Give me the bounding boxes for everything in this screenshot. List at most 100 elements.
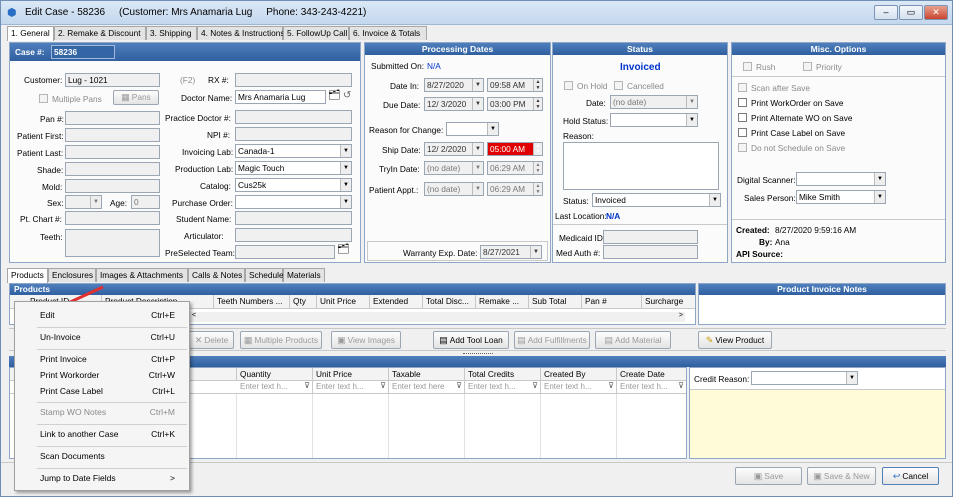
col-unit-price[interactable]: Unit Price <box>317 295 370 309</box>
med-auth-field[interactable] <box>603 245 698 259</box>
filter-unit-price[interactable]: Enter text h... ⊽ <box>313 381 389 394</box>
digital-scanner-select[interactable]: ▼ <box>796 172 886 186</box>
view-product-button[interactable]: ✎ View Product <box>698 331 772 349</box>
patient-appt-time[interactable]: 06:29 AM ▲ ▼ <box>487 182 543 196</box>
catalog-select[interactable]: Cus25k ▼ <box>235 178 352 192</box>
invoicing-lab-select[interactable]: Canada-1 ▼ <box>235 144 352 158</box>
tab-remake-discount[interactable]: 2. Remake & Discount <box>54 26 146 40</box>
add-fulfillments-button[interactable]: ▤ Add Fulfillments <box>514 331 590 349</box>
filter-total-credits[interactable]: Enter text h... ⊽ <box>465 381 541 394</box>
col-create-date[interactable]: Create Date <box>617 368 686 381</box>
due-date-field[interactable]: 12/ 3/2020 ▼ <box>424 97 484 111</box>
chevron-right-icon[interactable]: > <box>679 312 683 319</box>
date-in-field[interactable]: 8/27/2020 ▼ <box>424 78 484 92</box>
tryin-date-field[interactable]: (no date) ▼ <box>424 161 484 175</box>
save-new-button[interactable]: ▣ Save & New <box>807 467 876 485</box>
rx-field[interactable] <box>235 73 352 87</box>
title-bar[interactable]: ⬢ Edit Case - 58236 (Customer: Mrs Anama… <box>1 1 952 25</box>
on-hold-checkbox[interactable] <box>564 81 573 90</box>
delete-button[interactable]: ✕ Delete <box>189 331 234 349</box>
menu-item-stamp-wo-notes[interactable]: Stamp WO Notes Ctrl+M <box>15 403 189 421</box>
cancelled-checkbox[interactable] <box>614 81 623 90</box>
subtab-materials[interactable]: Materials <box>283 268 325 282</box>
due-time[interactable]: 03:00 PM ▲ ▼ <box>487 97 543 111</box>
shade-field[interactable] <box>65 162 160 176</box>
case-number-field[interactable]: 58236 <box>51 45 115 59</box>
tab-shipping[interactable]: 3. Shipping <box>146 26 197 40</box>
subtab-products[interactable]: Products <box>7 268 48 283</box>
filter-created-by[interactable]: Enter text h... ⊽ <box>541 381 617 394</box>
sales-person-select[interactable]: Mike Smith ▼ <box>796 190 886 204</box>
medicaid-field[interactable] <box>603 230 698 244</box>
col-sub-total[interactable]: Sub Total <box>529 295 582 309</box>
doctor-field[interactable]: Mrs Anamaria Lug <box>235 90 326 104</box>
warranty-field[interactable]: 8/27/2021 ▼ <box>480 245 542 259</box>
close-button[interactable]: ✕ <box>924 5 948 20</box>
chevron-left-icon[interactable]: < <box>192 312 196 319</box>
reason-textarea[interactable] <box>563 142 719 190</box>
preselected-team-field[interactable] <box>235 245 335 259</box>
filter-icon[interactable]: ⊽ <box>678 381 684 390</box>
teeth-field[interactable] <box>65 229 160 257</box>
col-quantity[interactable]: Quantity <box>237 368 313 381</box>
minimize-button[interactable]: – <box>874 5 898 20</box>
menu-item-scan-documents[interactable]: Scan Documents <box>15 447 189 465</box>
patient-first-field[interactable] <box>65 128 160 142</box>
cancel-button[interactable]: ↩ Cancel <box>882 467 939 485</box>
filter-icon[interactable]: ⊽ <box>380 381 386 390</box>
menu-item-un-invoice[interactable]: Un-Invoice Ctrl+U <box>15 328 189 346</box>
tab-general[interactable]: 1. General <box>7 26 54 41</box>
no-schedule-checkbox[interactable] <box>738 143 747 152</box>
subtab-schedule[interactable]: Schedule <box>245 268 284 282</box>
student-field[interactable] <box>235 211 352 225</box>
filter-icon[interactable]: ⊽ <box>304 381 310 390</box>
npi-field[interactable] <box>235 127 352 141</box>
print-alt-wo-checkbox[interactable] <box>738 113 747 122</box>
subtab-enclosures[interactable]: Enclosures <box>48 268 96 282</box>
col-credit-unit-price[interactable]: Unit Price <box>313 368 389 381</box>
pan-field[interactable] <box>65 111 160 125</box>
col-remake[interactable]: Remake ... <box>476 295 529 309</box>
credit-reason-select[interactable]: ▼ <box>751 371 858 385</box>
articulator-field[interactable] <box>235 228 352 242</box>
filter-quantity[interactable]: Enter text h... ⊽ <box>237 381 313 394</box>
print-case-label-checkbox[interactable] <box>738 128 747 137</box>
multiple-products-button[interactable]: ▦ Multiple Products <box>240 331 322 349</box>
pt-chart-field[interactable] <box>65 211 160 225</box>
hold-status-select[interactable]: ▼ <box>610 113 698 127</box>
filter-icon[interactable]: ⊽ <box>532 381 538 390</box>
print-wo-checkbox[interactable] <box>738 98 747 107</box>
age-field[interactable]: 0 <box>131 195 160 209</box>
subtab-images[interactable]: Images & Attachments <box>96 268 188 282</box>
rush-checkbox[interactable] <box>743 62 752 71</box>
menu-item-link-case[interactable]: Link to another Case Ctrl+K <box>15 425 189 443</box>
ship-time[interactable]: 05:00 AM ▲ ▼ <box>487 142 543 156</box>
team-lookup-icon[interactable]: 🗂 <box>337 244 350 255</box>
col-teeth-numbers[interactable]: Teeth Numbers ... <box>214 295 290 309</box>
menu-item-edit[interactable]: Edit Ctrl+E <box>15 306 189 324</box>
maximize-button[interactable]: ▭ <box>899 5 923 20</box>
col-surcharge[interactable]: Surcharge <box>642 295 695 309</box>
col-extended[interactable]: Extended <box>370 295 423 309</box>
tryin-time[interactable]: 06:29 AM ▲ ▼ <box>487 161 543 175</box>
col-pan[interactable]: Pan # <box>582 295 642 309</box>
filter-icon[interactable]: ⊽ <box>608 381 614 390</box>
reason-change-select[interactable]: ▼ <box>446 122 499 136</box>
menu-item-jump-date-fields[interactable]: Jump to Date Fields > <box>15 469 189 487</box>
ship-date-field[interactable]: 12/ 2/2020 ▼ <box>424 142 484 156</box>
practice-doctor-field[interactable] <box>235 110 352 124</box>
doctor-lookup-icon[interactable]: 🗂 <box>328 90 341 101</box>
production-lab-select[interactable]: Magic Touch ▼ <box>235 161 352 175</box>
filter-icon[interactable]: ⊽ <box>456 381 462 390</box>
col-taxable[interactable]: Taxable <box>389 368 465 381</box>
multiple-pans-checkbox[interactable] <box>39 94 48 103</box>
patient-appt-field[interactable]: (no date) ▼ <box>424 182 484 196</box>
priority-checkbox[interactable] <box>803 62 812 71</box>
sex-select[interactable]: ▼ <box>65 195 102 209</box>
customer-field[interactable]: Lug - 1021 <box>65 73 160 87</box>
refresh-icon[interactable]: ↺ <box>343 90 351 101</box>
status-date-field[interactable]: (no date) ▼ <box>610 95 698 109</box>
tab-followup-call[interactable]: 5. FollowUp Call <box>283 26 349 40</box>
tab-notes-instructions[interactable]: 4. Notes & Instructions <box>197 26 284 40</box>
pans-button[interactable]: ▦ Pans <box>113 90 159 105</box>
